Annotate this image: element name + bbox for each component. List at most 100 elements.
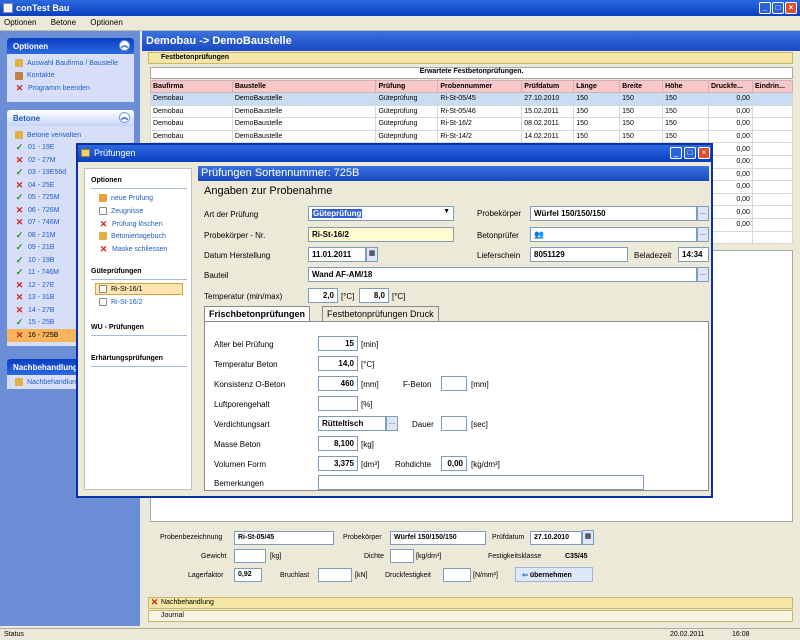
druckfestigkeit-field[interactable]	[443, 568, 471, 582]
zeugnisse-link[interactable]: Zeugnisse	[99, 207, 143, 215]
table-cell: 0,00	[707, 104, 753, 119]
table-row[interactable]: Demobau DemoBaustelle Güteprüfung Ri-St-14/…	[150, 129, 794, 144]
nav-auswahl-baufirma[interactable]: Auswahl Baufirma / Baustelle	[7, 57, 134, 70]
probekoerper-field[interactable]: Würfel 150/150/150	[530, 206, 697, 221]
dialog-maximize-button[interactable]: □	[684, 147, 696, 159]
temp-min-field[interactable]: 2,0	[308, 288, 338, 303]
gute-item-ri-st-16-2[interactable]: Ri-St-16/2	[99, 298, 143, 306]
rohdichte-field[interactable]: 0,00	[441, 456, 467, 471]
nav-label: Auswahl Baufirma / Baustelle	[27, 59, 119, 67]
konsistenz-field[interactable]: 460	[318, 376, 358, 391]
check-icon: ✓	[15, 142, 24, 153]
close-button[interactable]: ×	[785, 2, 797, 14]
bauteil-field[interactable]: Wand AF-AM/18	[308, 267, 697, 282]
betonpruefer-field[interactable]: 👥	[530, 227, 697, 242]
table-cell: 0,00	[707, 205, 753, 219]
column-header[interactable]: Prüfung	[375, 80, 439, 93]
gute-item-ri-st-16-1[interactable]: Ri-St-16/1	[99, 285, 143, 293]
menu-optionen-2[interactable]: Optionen	[90, 18, 122, 27]
panel-betone-header[interactable]: Betone ︽	[7, 110, 134, 126]
bemerkungen-field[interactable]	[318, 475, 644, 490]
link-label: Zeugnisse	[111, 207, 144, 215]
maximize-button[interactable]: □	[772, 2, 784, 14]
column-header[interactable]: Eindrin...	[751, 80, 794, 93]
collapse-chevron-icon[interactable]: ︽	[119, 112, 130, 123]
column-header[interactable]: Breite	[619, 80, 664, 93]
dialog-close-button[interactable]: ×	[698, 147, 710, 159]
alter-field[interactable]: 15	[318, 336, 358, 351]
column-header[interactable]: Probennummer	[437, 80, 523, 93]
pruefung-loeschen-link[interactable]: ✕ Prüfung löschen	[99, 219, 163, 230]
beladezeit-field[interactable]: 14:34	[678, 247, 709, 262]
table-row[interactable]: Demobau DemoBaustelle Güteprüfung Ri-St-16/…	[150, 117, 794, 131]
accept-icon: ⇦	[522, 572, 530, 579]
minimize-button[interactable]: _	[759, 2, 771, 14]
masse-field[interactable]: 8,100	[318, 436, 358, 451]
alter-label: Alter bei Prüfung	[214, 340, 274, 349]
close-x-icon: ✕	[99, 244, 108, 254]
table-cell: Ri-St-05/45	[437, 92, 523, 106]
bauteil-browse-button[interactable]: …	[697, 267, 709, 282]
probekoerper-browse-button[interactable]: …	[697, 206, 709, 221]
uebernehmen-button[interactable]: ⇦ übernehmen	[515, 567, 593, 582]
vol-field[interactable]: 3,375	[318, 456, 358, 471]
beton-item[interactable]: Betone verwalten	[7, 129, 134, 142]
neue-pruefung-link[interactable]: neue Prüfung	[99, 194, 153, 202]
dichte-label: Dichte	[364, 553, 384, 560]
bruchlast-field[interactable]	[318, 568, 352, 582]
gewicht-field[interactable]	[234, 549, 266, 563]
calendar-icon[interactable]: ▦	[366, 247, 378, 262]
tab-frischbeton[interactable]: Frischbetonprüfungen	[204, 306, 310, 322]
masse-label: Masse Beton	[214, 440, 261, 449]
verd-browse-button[interactable]: …	[386, 416, 398, 431]
probekoerper-field[interactable]: Würfel 150/150/150	[390, 531, 486, 545]
column-header[interactable]: Prüfdatum	[521, 80, 575, 93]
maske-schliessen-link[interactable]: ✕ Maske schliessen	[99, 244, 168, 255]
section-journal[interactable]: Journal	[148, 610, 793, 622]
betoniertagebuch-link[interactable]: Betoniertagebuch	[99, 232, 166, 240]
dauer-field[interactable]	[441, 416, 467, 431]
menu-optionen[interactable]: Optionen	[4, 18, 36, 27]
luft-unit: [%]	[361, 400, 373, 409]
fbeton-field[interactable]	[441, 376, 467, 391]
collapse-chevron-icon[interactable]: ︽	[119, 40, 130, 51]
lagerfaktor-field[interactable]: 0,92	[234, 568, 262, 582]
pruefdatum-field[interactable]: 27.10.2010	[530, 531, 582, 545]
dichte-unit: [kg/dm³]	[416, 553, 442, 560]
bar-label: Nachbehandlung	[161, 599, 214, 606]
lieferschein-field[interactable]: 8051129	[530, 247, 628, 262]
nav-kontakte[interactable]: Kontakte	[7, 70, 134, 83]
column-header[interactable]: Baustelle	[231, 80, 377, 93]
datum-field[interactable]: 11.01.2011	[308, 247, 366, 262]
table-row[interactable]: Demobau DemoBaustelle Güteprüfung Ri-St-05/…	[150, 92, 794, 106]
betonpruefer-browse-button[interactable]: …	[697, 227, 709, 242]
column-header[interactable]: Höhe	[662, 80, 709, 93]
table-cell: Ri-St-14/2	[437, 129, 523, 144]
fbeton-label: F-Beton	[403, 380, 432, 389]
art-select[interactable]: Güteprüfung ▼	[308, 206, 454, 221]
column-header[interactable]: Baufirma	[150, 80, 233, 93]
tbeton-field[interactable]: 14,0	[318, 356, 358, 371]
temp-max-field[interactable]: 8,0	[359, 288, 389, 303]
nav-programm-beenden[interactable]: ✕ Programm beenden	[7, 82, 134, 95]
tab-festbeton-druck[interactable]: Festbetonprüfungen Druck	[322, 306, 439, 321]
column-header[interactable]: Länge	[573, 80, 621, 93]
tab-festbetonpruefungen[interactable]: Festbetonprüfungen	[148, 52, 793, 64]
dialog-minimize-button[interactable]: _	[670, 147, 682, 159]
luft-field[interactable]	[318, 396, 358, 411]
probenbezeichnung-field[interactable]: Ri-St-05/45	[234, 531, 334, 545]
alter-unit: [min]	[361, 340, 379, 349]
column-header[interactable]: Druckfe...	[707, 80, 753, 93]
gute-heading: Güteprüfungen	[91, 268, 142, 275]
statusbar: Status 20.02.2011 16:08	[0, 628, 800, 640]
beton-item-label: 16 - 725B	[28, 331, 59, 339]
verd-field[interactable]: Rütteltisch	[318, 416, 386, 431]
dichte-field[interactable]	[390, 549, 414, 563]
menu-betone[interactable]: Betone	[51, 18, 76, 27]
panel-optionen-header[interactable]: Optionen ︽	[7, 38, 134, 54]
table-row[interactable]: Demobau DemoBaustelle Güteprüfung Ri-St-05/…	[150, 104, 794, 119]
lieferschein-label: Lieferschein	[477, 251, 521, 260]
calendar-icon[interactable]: ▦	[582, 530, 594, 545]
section-nachbehandlung[interactable]: ✕ Nachbehandlung	[148, 597, 793, 609]
nr-field[interactable]: Ri-St-16/2	[308, 227, 454, 242]
